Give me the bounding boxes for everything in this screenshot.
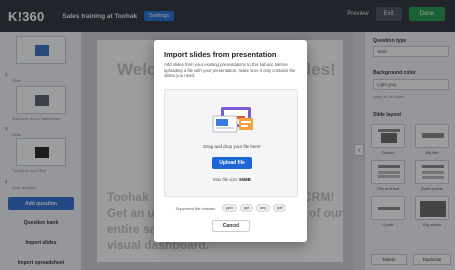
presentation-upload-illustration <box>212 107 253 133</box>
max-size-prefix: Max file size: <box>213 177 239 182</box>
format-badge-ppt: ppt <box>239 204 254 212</box>
supported-formats: Supported file formats: pptx ppt key pdf <box>164 204 298 212</box>
import-slides-dialog: Import slides from presentation Add slid… <box>154 40 307 242</box>
drag-drop-text: Drag and drop your file here! <box>203 144 261 149</box>
formats-label: Supported file formats: <box>175 205 216 211</box>
upload-file-button[interactable]: Upload file <box>212 157 252 169</box>
format-badge-pdf: pdf <box>273 204 287 212</box>
format-badge-key: key <box>256 204 271 212</box>
max-size-value: 50MB <box>239 177 251 182</box>
cancel-button[interactable]: Cancel <box>212 220 250 232</box>
dialog-description: Add slides from your existing presentati… <box>164 62 296 79</box>
max-file-size: Max file size: 50MB <box>165 177 299 182</box>
format-badge-pptx: pptx <box>221 204 237 212</box>
file-drop-zone[interactable]: Drag and drop your file here! Upload fil… <box>164 89 298 197</box>
dialog-title: Import slides from presentation <box>164 50 277 59</box>
